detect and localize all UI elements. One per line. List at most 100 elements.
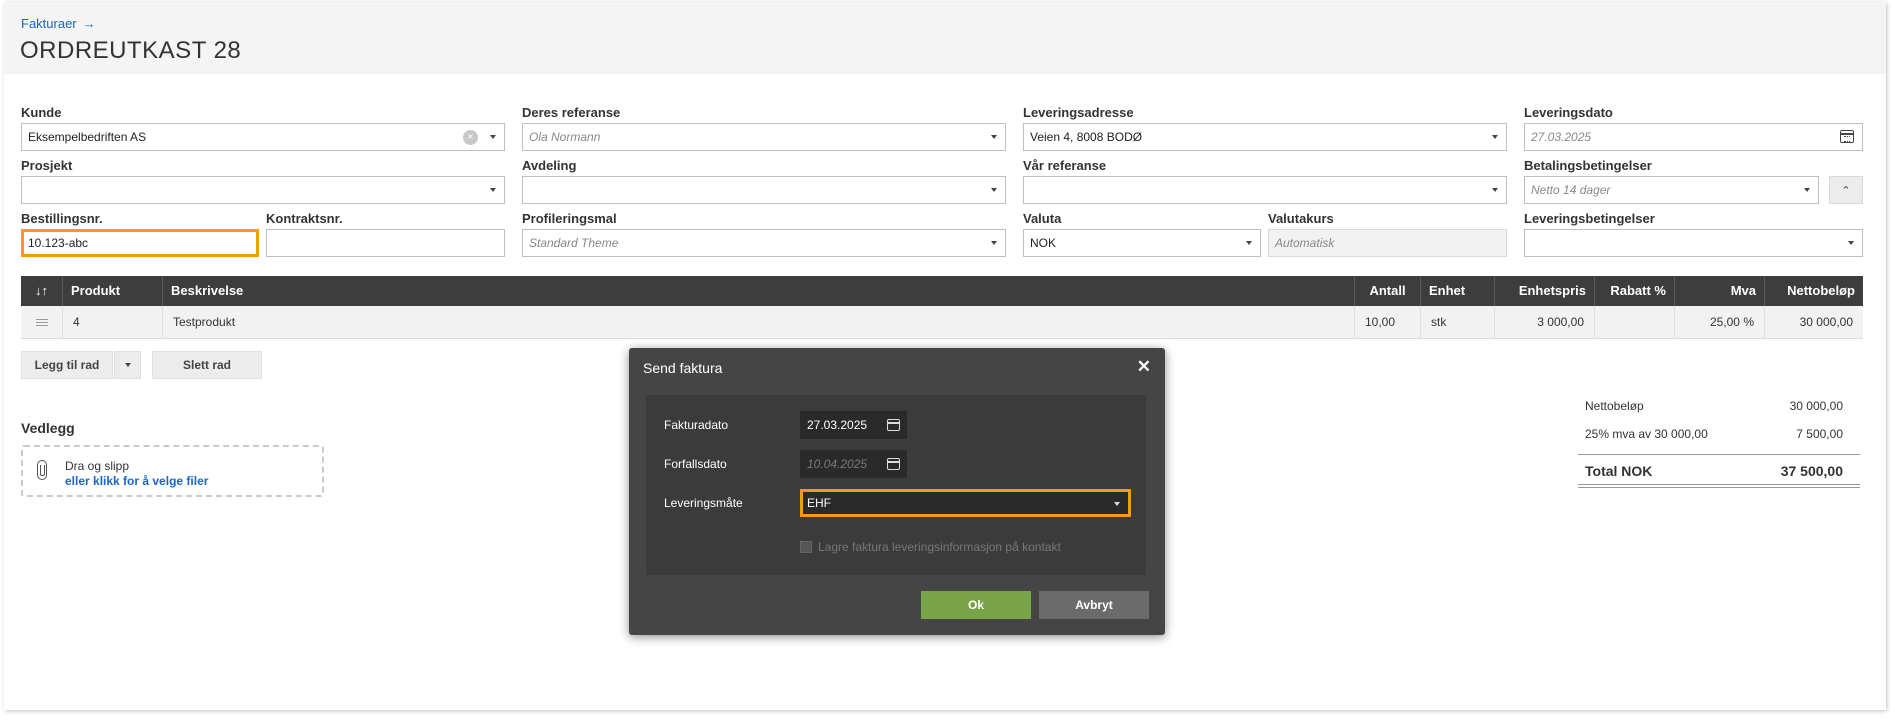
deres-referanse-label: Deres referanse	[522, 105, 621, 120]
pick-files-link[interactable]: eller klikk for å velge filer	[65, 474, 208, 488]
chevron-down-icon[interactable]	[991, 241, 997, 245]
add-row-dropdown-button[interactable]	[114, 351, 141, 379]
close-icon[interactable]: ✕	[1137, 357, 1151, 377]
cell-enhetspris[interactable]: 3 000,00	[1495, 306, 1595, 339]
add-row-button[interactable]: Legg til rad	[21, 351, 113, 379]
column-nettobelop[interactable]: Nettobeløp	[1765, 276, 1863, 306]
prosjekt-select[interactable]	[21, 176, 505, 204]
cell-beskrivelse[interactable]: Testprodukt	[163, 306, 1355, 339]
valuta-label: Valuta	[1023, 211, 1062, 226]
leveringsadresse-value: Veien 4, 8008 BODØ	[1030, 130, 1143, 144]
leveringsbetingelser-select[interactable]	[1524, 229, 1863, 257]
chevron-down-icon[interactable]	[1492, 135, 1498, 139]
clear-icon[interactable]: ×	[463, 130, 478, 145]
drop-text: Dra og slipp	[65, 459, 130, 473]
sort-icon[interactable]: ↓↑	[21, 276, 63, 306]
cell-nettobelop[interactable]: 30 000,00	[1765, 306, 1863, 339]
fakturadato-input[interactable]: 27.03.2025	[800, 411, 907, 439]
cell-enhet[interactable]: stk	[1421, 306, 1495, 339]
chevron-down-icon[interactable]	[991, 135, 997, 139]
paperclip-icon	[37, 460, 47, 480]
kunde-label: Kunde	[21, 105, 62, 120]
leveringsbetingelser-label: Leveringsbetingelser	[1524, 211, 1655, 226]
chevron-down-icon[interactable]	[490, 135, 496, 139]
deres-referanse-select[interactable]: Ola Normann	[522, 123, 1006, 151]
calendar-icon	[887, 458, 900, 470]
forfallsdato-value: 10.04.2025	[807, 457, 868, 471]
fakturadato-value: 27.03.2025	[807, 418, 868, 432]
chevron-down-icon[interactable]	[1848, 241, 1854, 245]
var-referanse-select[interactable]	[1023, 176, 1507, 204]
netto-value: 30 000,00	[1789, 399, 1843, 413]
bestillingsnr-input[interactable]: 10.123-abc	[21, 229, 259, 257]
chevron-down-icon[interactable]	[1114, 502, 1120, 506]
breadcrumb-label: Fakturaer	[21, 16, 77, 31]
chevron-down-icon	[124, 363, 131, 367]
chevron-down-icon[interactable]	[991, 188, 997, 192]
profileringsmal-label: Profileringsmal	[522, 211, 617, 226]
profileringsmal-placeholder: Standard Theme	[529, 236, 619, 250]
drag-handle[interactable]	[21, 306, 63, 339]
forfallsdato-label: Forfallsdato	[664, 457, 727, 471]
kontraktsnr-input[interactable]	[266, 229, 505, 257]
cell-mva[interactable]: 25,00 %	[1675, 306, 1765, 339]
var-referanse-label: Vår referanse	[1023, 158, 1107, 173]
valutakurs-input: Automatisk	[1268, 229, 1507, 257]
mva-value: 7 500,00	[1796, 427, 1843, 441]
avdeling-select[interactable]	[522, 176, 1006, 204]
avdeling-label: Avdeling	[522, 158, 577, 173]
arrow-right-icon: →	[82, 16, 96, 31]
leveringsdato-input[interactable]: 27.03.2025	[1524, 123, 1863, 151]
column-enhetspris[interactable]: Enhetspris	[1495, 276, 1595, 306]
leveringsmate-select[interactable]: EHF	[800, 489, 1131, 517]
cell-produkt[interactable]: 4	[63, 306, 163, 339]
calendar-icon[interactable]	[1840, 130, 1854, 143]
mva-label: 25% mva av 30 000,00	[1585, 427, 1708, 441]
divider	[1578, 484, 1860, 485]
bestillingsnr-label: Bestillingsnr.	[21, 211, 103, 226]
dialog-title: Send faktura	[643, 360, 723, 376]
leveringsdato-placeholder: 27.03.2025	[1531, 130, 1592, 144]
column-enhet[interactable]: Enhet	[1421, 276, 1495, 306]
column-mva[interactable]: Mva	[1675, 276, 1765, 306]
save-delivery-info-checkbox	[800, 541, 812, 553]
valutakurs-placeholder: Automatisk	[1275, 236, 1335, 250]
table-row[interactable]: 4 Testprodukt 10,00 stk 3 000,00 25,00 %…	[21, 306, 1863, 339]
leveringsmate-value: EHF	[807, 496, 831, 510]
column-beskrivelse[interactable]: Beskrivelse	[163, 276, 1355, 306]
chevron-down-icon[interactable]	[490, 188, 496, 192]
leveringsdato-label: Leveringsdato	[1524, 105, 1613, 120]
order-lines-header: ↓↑ Produkt Beskrivelse Antall Enhet Enhe…	[21, 276, 1863, 306]
page-title: ORDREUTKAST 28	[20, 37, 242, 64]
delete-row-button[interactable]: Slett rad	[152, 351, 262, 379]
chevron-down-icon[interactable]	[1804, 188, 1810, 192]
cell-antall[interactable]: 10,00	[1355, 306, 1421, 339]
chevron-down-icon[interactable]	[1492, 188, 1498, 192]
valutakurs-label: Valutakurs	[1268, 211, 1334, 226]
calendar-icon[interactable]	[887, 419, 900, 431]
column-rabatt[interactable]: Rabatt %	[1595, 276, 1675, 306]
column-produkt[interactable]: Produkt	[63, 276, 163, 306]
ok-button[interactable]: Ok	[921, 591, 1031, 619]
column-antall[interactable]: Antall	[1355, 276, 1421, 306]
dialog-body: Fakturadato 27.03.2025 Forfallsdato 10.0…	[646, 395, 1146, 575]
profileringsmal-select[interactable]: Standard Theme	[522, 229, 1006, 257]
valuta-select[interactable]: NOK	[1023, 229, 1261, 257]
cell-rabatt[interactable]	[1595, 306, 1675, 339]
collapse-toggle-button[interactable]: ⌃	[1829, 176, 1863, 204]
app-frame: Fakturaer → ORDREUTKAST 28 Kunde Eksempel…	[4, 2, 1886, 710]
drag-handle-icon	[35, 319, 48, 327]
chevron-down-icon[interactable]	[1246, 241, 1252, 245]
kontraktsnr-label: Kontraktsnr.	[266, 211, 343, 226]
betalingsbetingelser-placeholder: Netto 14 dager	[1531, 183, 1611, 197]
deres-referanse-placeholder: Ola Normann	[529, 130, 601, 144]
leveringsadresse-select[interactable]: Veien 4, 8008 BODØ	[1023, 123, 1507, 151]
send-invoice-dialog: Send faktura ✕ Fakturadato 27.03.2025 Fo…	[629, 348, 1165, 635]
breadcrumb-link[interactable]: Fakturaer →	[21, 16, 96, 31]
save-delivery-info-label: Lagre faktura leveringsinformasjon på ko…	[818, 540, 1061, 554]
cancel-button[interactable]: Avbryt	[1039, 591, 1149, 619]
kunde-select[interactable]: Eksempelbedriften AS ×	[21, 123, 505, 151]
betalingsbetingelser-select[interactable]: Netto 14 dager	[1524, 176, 1819, 204]
attachment-dropzone[interactable]: Dra og slipp eller klikk for å velge fil…	[21, 445, 324, 497]
page-header: Fakturaer → ORDREUTKAST 28	[4, 2, 1886, 74]
